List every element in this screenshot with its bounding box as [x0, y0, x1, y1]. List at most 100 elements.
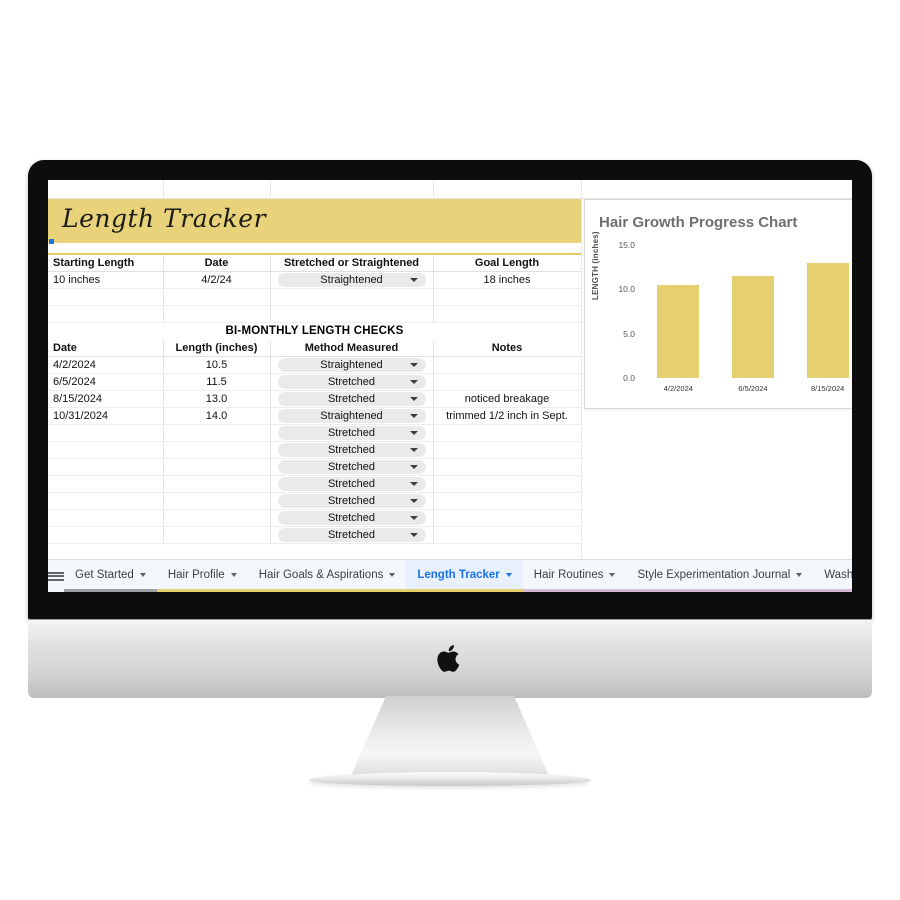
- check-length[interactable]: 11.5: [163, 374, 270, 390]
- start-date-value[interactable]: 4/2/24: [163, 272, 270, 288]
- method-value: Stretched: [327, 393, 376, 405]
- chevron-down-icon[interactable]: [139, 572, 146, 577]
- table-row[interactable]: Stretched: [48, 527, 581, 544]
- table-row[interactable]: Stretched: [48, 493, 581, 510]
- tab-length-tracker[interactable]: Length Tracker: [406, 560, 523, 592]
- method-dropdown[interactable]: Stretched: [277, 375, 426, 389]
- check-method-cell[interactable]: Stretched: [270, 459, 433, 475]
- summary-col-starting-length: Starting Length: [53, 257, 135, 269]
- method-dropdown[interactable]: Stretched: [277, 511, 426, 525]
- table-row[interactable]: Stretched: [48, 425, 581, 442]
- checks-col-method: Method Measured: [304, 342, 399, 354]
- starting-length-value[interactable]: 10 inches: [48, 272, 163, 288]
- table-row[interactable]: Stretched: [48, 459, 581, 476]
- chart-title: Hair Growth Progress Chart: [599, 214, 798, 231]
- spacer-row[interactable]: [48, 306, 581, 323]
- imac-screen: Length Tracker Starting Length Date Stre…: [48, 180, 852, 592]
- tab-hair-profile[interactable]: Hair Profile: [156, 560, 248, 592]
- check-date[interactable]: 4/2/2024: [48, 357, 163, 373]
- method-dropdown[interactable]: Stretched: [277, 426, 426, 440]
- check-method-cell[interactable]: Straightened: [270, 357, 433, 373]
- chevron-down-icon[interactable]: [409, 380, 418, 384]
- summary-col-goal-length: Goal Length: [474, 257, 540, 269]
- chevron-down-icon[interactable]: [796, 572, 803, 577]
- chevron-down-icon[interactable]: [409, 482, 418, 486]
- chevron-down-icon[interactable]: [409, 278, 418, 282]
- chevron-down-icon[interactable]: [409, 363, 418, 367]
- check-method-cell[interactable]: Stretched: [270, 527, 433, 543]
- table-row[interactable]: Stretched: [48, 476, 581, 493]
- table-row[interactable]: 4/2/2024 10.5 Straightened: [48, 357, 581, 374]
- chevron-down-icon[interactable]: [409, 499, 418, 503]
- method-value: Stretched: [327, 495, 376, 507]
- chevron-down-icon[interactable]: [409, 465, 418, 469]
- check-length[interactable]: 14.0: [163, 408, 270, 424]
- chevron-down-icon[interactable]: [409, 431, 418, 435]
- chevron-down-icon[interactable]: [409, 397, 418, 401]
- chevron-down-icon[interactable]: [409, 516, 418, 520]
- method-dropdown[interactable]: Stretched: [277, 392, 426, 406]
- check-method-cell[interactable]: Stretched: [270, 391, 433, 407]
- summary-header-row: Starting Length Date Stretched or Straig…: [48, 255, 581, 272]
- check-method-cell[interactable]: Stretched: [270, 510, 433, 526]
- table-row[interactable]: 8/15/2024 13.0 Stretched noticed breakage: [48, 391, 581, 408]
- table-row[interactable]: Stretched: [48, 442, 581, 459]
- chevron-down-icon[interactable]: [505, 572, 512, 577]
- chevron-down-icon[interactable]: [409, 448, 418, 452]
- tab-get-started[interactable]: Get Started: [64, 560, 157, 592]
- check-date[interactable]: 6/5/2024: [48, 374, 163, 390]
- sheet-tab-bar[interactable]: Get Started Hair Profile Hair Goals & Aspi…: [48, 559, 852, 592]
- spreadsheet-grid[interactable]: Length Tracker Starting Length Date Stre…: [48, 180, 852, 559]
- check-method-cell[interactable]: Straightened: [270, 408, 433, 424]
- check-date[interactable]: 10/31/2024: [48, 408, 163, 424]
- page-title: Length Tracker: [62, 204, 267, 233]
- check-notes[interactable]: noticed breakage: [433, 391, 581, 407]
- method-value: Stretched: [327, 461, 376, 473]
- summary-method-dropdown[interactable]: Straightened: [277, 273, 426, 287]
- chevron-down-icon[interactable]: [230, 572, 237, 577]
- check-length[interactable]: 13.0: [163, 391, 270, 407]
- check-length[interactable]: 10.5: [163, 357, 270, 373]
- check-method-cell[interactable]: Stretched: [270, 493, 433, 509]
- table-row[interactable]: 6/5/2024 11.5 Stretched: [48, 374, 581, 391]
- tab-hair-routines[interactable]: Hair Routines: [522, 560, 627, 592]
- tab-label: Wash D: [824, 568, 852, 581]
- check-notes[interactable]: trimmed 1/2 inch in Sept.: [433, 408, 581, 424]
- imac-stand-base: [309, 772, 591, 786]
- method-dropdown[interactable]: Stretched: [277, 460, 426, 474]
- method-dropdown[interactable]: Stretched: [277, 494, 426, 508]
- summary-method-dropdown-cell[interactable]: Straightened: [270, 272, 433, 288]
- chart-y-tick: 15.0: [618, 240, 635, 250]
- cell-selection-handle[interactable]: [49, 239, 54, 244]
- method-dropdown[interactable]: Straightened: [277, 409, 426, 423]
- chart-y-tick: 0.0: [623, 373, 635, 383]
- summary-data-row[interactable]: 10 inches 4/2/24 Straightened 18 inches: [48, 272, 581, 289]
- hair-growth-chart[interactable]: Hair Growth Progress Chart LENGTH (inche…: [584, 199, 852, 409]
- check-method-cell[interactable]: Stretched: [270, 442, 433, 458]
- method-dropdown[interactable]: Stretched: [277, 528, 426, 542]
- hamburger-icon[interactable]: [48, 560, 64, 592]
- tab-label: Style Experimentation Journal: [637, 568, 791, 581]
- method-dropdown[interactable]: Stretched: [277, 477, 426, 491]
- goal-length-value[interactable]: 18 inches: [433, 272, 581, 288]
- check-method-cell[interactable]: Stretched: [270, 476, 433, 492]
- method-dropdown[interactable]: Straightened: [277, 358, 426, 372]
- chevron-down-icon[interactable]: [389, 572, 396, 577]
- method-dropdown[interactable]: Stretched: [277, 443, 426, 457]
- tab-label: Hair Routines: [533, 568, 604, 581]
- screenshot-stage: Length Tracker Starting Length Date Stre…: [0, 0, 900, 900]
- check-date[interactable]: 8/15/2024: [48, 391, 163, 407]
- tab-hair-goals-aspirations[interactable]: Hair Goals & Aspirations: [247, 560, 407, 592]
- tab-style-experimentation-journal[interactable]: Style Experimentation Journal: [626, 560, 814, 592]
- summary-col-method: Stretched or Straightened: [283, 257, 420, 269]
- chevron-down-icon[interactable]: [609, 572, 616, 577]
- spacer-row[interactable]: [48, 289, 581, 306]
- table-row[interactable]: 10/31/2024 14.0 Straightened trimmed 1/2 in…: [48, 408, 581, 425]
- check-method-cell[interactable]: Stretched: [270, 425, 433, 441]
- chevron-down-icon[interactable]: [409, 533, 418, 537]
- summary-method-value: Straightened: [320, 274, 383, 286]
- check-method-cell[interactable]: Stretched: [270, 374, 433, 390]
- table-row[interactable]: Stretched: [48, 510, 581, 527]
- tab-wash-d[interactable]: Wash D: [813, 560, 852, 592]
- chevron-down-icon[interactable]: [409, 414, 418, 418]
